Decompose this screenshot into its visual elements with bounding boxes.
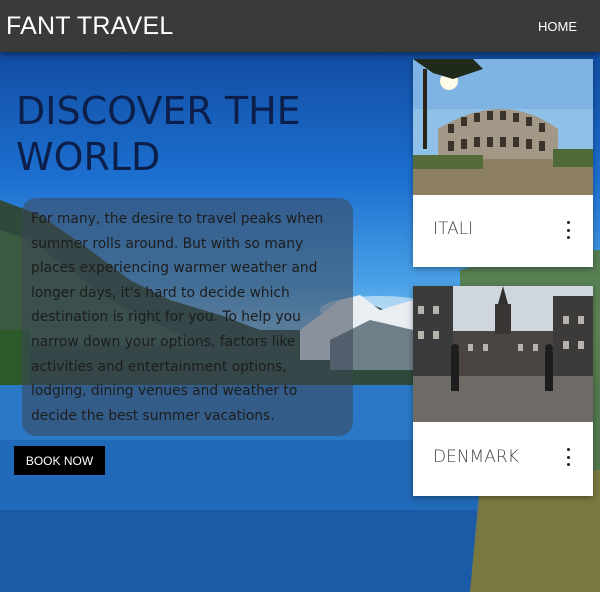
more-vert-icon[interactable]: [563, 221, 573, 239]
nav-home-link[interactable]: HOME: [538, 19, 577, 34]
hero-title: DISCOVER THE WORLD: [16, 89, 301, 179]
book-now-button[interactable]: BOOK NOW: [14, 446, 105, 475]
hero-intro-text: For many, the desire to travel peaks whe…: [22, 198, 353, 436]
card-title: ITALI: [433, 219, 474, 239]
destination-card-italy[interactable]: ITALI: [413, 59, 593, 267]
top-navbar: FANT TRAVEL HOME: [0, 0, 600, 52]
brand-logo[interactable]: FANT TRAVEL: [6, 12, 174, 41]
copenhagen-square-photo: [413, 286, 593, 422]
destination-card-denmark[interactable]: DENMARK: [413, 286, 593, 496]
colosseum-photo: [413, 59, 593, 195]
card-title: DENMARK: [433, 447, 519, 467]
more-vert-icon[interactable]: [563, 448, 573, 466]
